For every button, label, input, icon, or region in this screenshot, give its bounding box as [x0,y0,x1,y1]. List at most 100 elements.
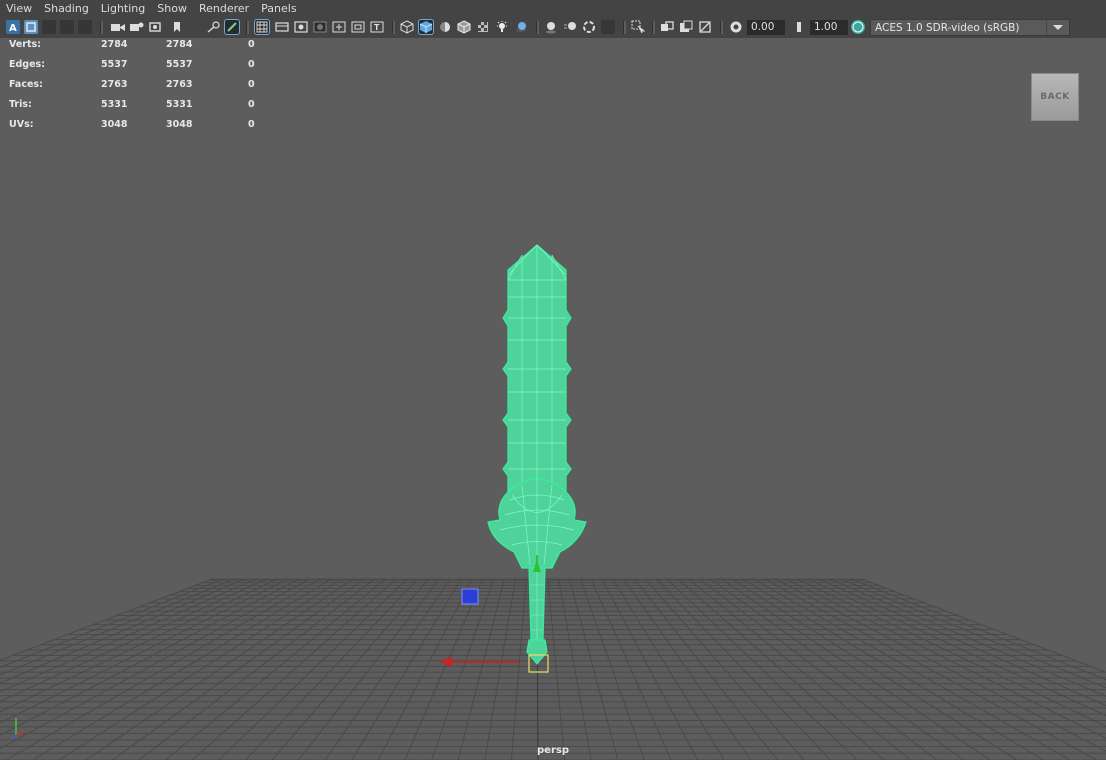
gamma-field[interactable]: 1.00 [810,20,848,35]
grid-line [634,578,778,760]
isolate-select-icon[interactable] [631,20,645,34]
toolbar-separator [623,21,626,34]
gamma-icon[interactable] [792,20,806,34]
two-d-pan-icon[interactable] [78,20,92,34]
hud-value: 5331 [166,99,193,110]
gate-mask-toggle-icon[interactable] [313,20,327,34]
grid-icon[interactable] [110,20,125,34]
hud-value: 0 [248,119,255,130]
menu-show[interactable]: Show [151,0,193,18]
bookmark-icon[interactable] [42,20,56,34]
hud-row-faces: Faces: 2763 2763 0 [0,79,270,99]
textured-icon[interactable] [476,20,490,34]
multisample-aa-icon[interactable] [582,20,596,34]
grid-line [510,578,527,760]
menu-shading[interactable]: Shading [38,0,95,18]
grid-line [558,578,592,760]
field-chart-icon[interactable] [206,20,220,34]
grid-line [688,578,911,760]
menu-view[interactable]: View [0,0,38,18]
chevron-down-icon[interactable] [1046,20,1069,35]
toolbar-separator [720,21,723,34]
view-transform-select[interactable]: ACES 1.0 SDR-video (sRGB) [870,19,1070,36]
menu-renderer[interactable]: Renderer [193,0,255,18]
panel-toolbar: A T 0.00 1.00 ACES 1.0 SDR-video (sRGB) [0,18,1106,38]
grid-line [601,578,699,760]
resolution-gate-icon[interactable] [148,20,162,34]
hud-value: 3048 [166,119,193,130]
grid-line [298,578,440,760]
grid-line [431,578,495,760]
grid-line [818,578,1106,707]
grid-line [753,578,1071,760]
grid-line [0,578,267,703]
grid-line [0,578,256,693]
image-plane-icon[interactable] [60,20,74,34]
grid-line [165,578,386,760]
hud-row-verts: Verts: 2784 2784 0 [0,39,270,59]
xray-joints-icon[interactable] [679,20,693,34]
grid-line [699,578,938,760]
grid-line [590,578,672,760]
hud-label: Edges: [9,59,45,70]
hud-value: 5537 [101,59,128,70]
menu-lighting[interactable]: Lighting [95,0,151,18]
camera-name-label: persp [537,745,569,756]
grid-line [861,578,1106,673]
resolution-gate-toggle-icon[interactable] [294,20,308,34]
toolbar-separator [536,21,539,34]
depth-of-field-icon[interactable] [601,20,615,34]
backface-culling-icon[interactable] [698,20,712,34]
safe-title-icon[interactable] [351,20,365,34]
sword-mesh[interactable] [487,244,587,665]
grid-line [138,578,375,760]
grid-line [351,578,462,760]
screen-space-ao-icon[interactable] [544,20,558,34]
select-camera-icon[interactable]: A [6,20,20,34]
hud-value: 5537 [166,59,193,70]
ground-grid [0,578,1106,760]
film-gate-toggle-icon[interactable] [275,20,289,34]
svg-text:A: A [9,23,17,34]
hud-value: 5331 [101,99,128,110]
xray-icon[interactable] [660,20,674,34]
viewport-3d[interactable] [0,38,1106,760]
grid-line [0,578,278,713]
grid-line [324,578,451,760]
film-gate-icon[interactable] [129,20,144,34]
toolbar-separator [246,21,249,34]
safe-action-icon[interactable] [332,20,346,34]
panel-menubar: View Shading Lighting Show Renderer Pane… [0,0,1106,18]
grid-line [785,578,1106,739]
grid-toggle-icon[interactable] [254,19,270,35]
motion-blur-icon[interactable] [563,20,577,34]
viewcube-back-face[interactable]: BACK [1031,73,1079,121]
grid-line [569,578,619,760]
wireframe-on-shaded-icon[interactable] [457,20,471,34]
smooth-shade-icon[interactable] [418,19,434,35]
wireframe-icon[interactable] [400,20,414,34]
grease-pencil-icon[interactable] [224,19,240,35]
exposure-field[interactable]: 0.00 [747,20,785,35]
hud-value: 0 [248,39,255,50]
exposure-icon[interactable] [729,20,743,34]
gate-mask-icon[interactable] [170,20,184,34]
camera-attributes-icon[interactable] [24,20,38,34]
grid-line [191,578,397,760]
shadows-icon[interactable] [514,20,528,34]
grid-line [796,578,1106,727]
grid-line [850,578,1106,681]
color-management-icon[interactable] [851,20,865,34]
grid-line [484,578,516,760]
use-default-material-icon[interactable] [438,20,452,34]
grid-line [764,578,1097,760]
hud-value: 2784 [166,39,193,50]
hud-row-edges: Edges: 5537 5537 0 [0,59,270,79]
hud-row-tris: Tris: 5331 5331 0 [0,99,270,119]
toolbar-separator [652,21,655,34]
grid-line [731,578,1018,760]
use-all-lights-icon[interactable] [495,20,509,34]
text-title-icon[interactable]: T [370,20,384,34]
hud-label: UVs: [9,119,34,130]
menu-panels[interactable]: Panels [255,0,302,18]
